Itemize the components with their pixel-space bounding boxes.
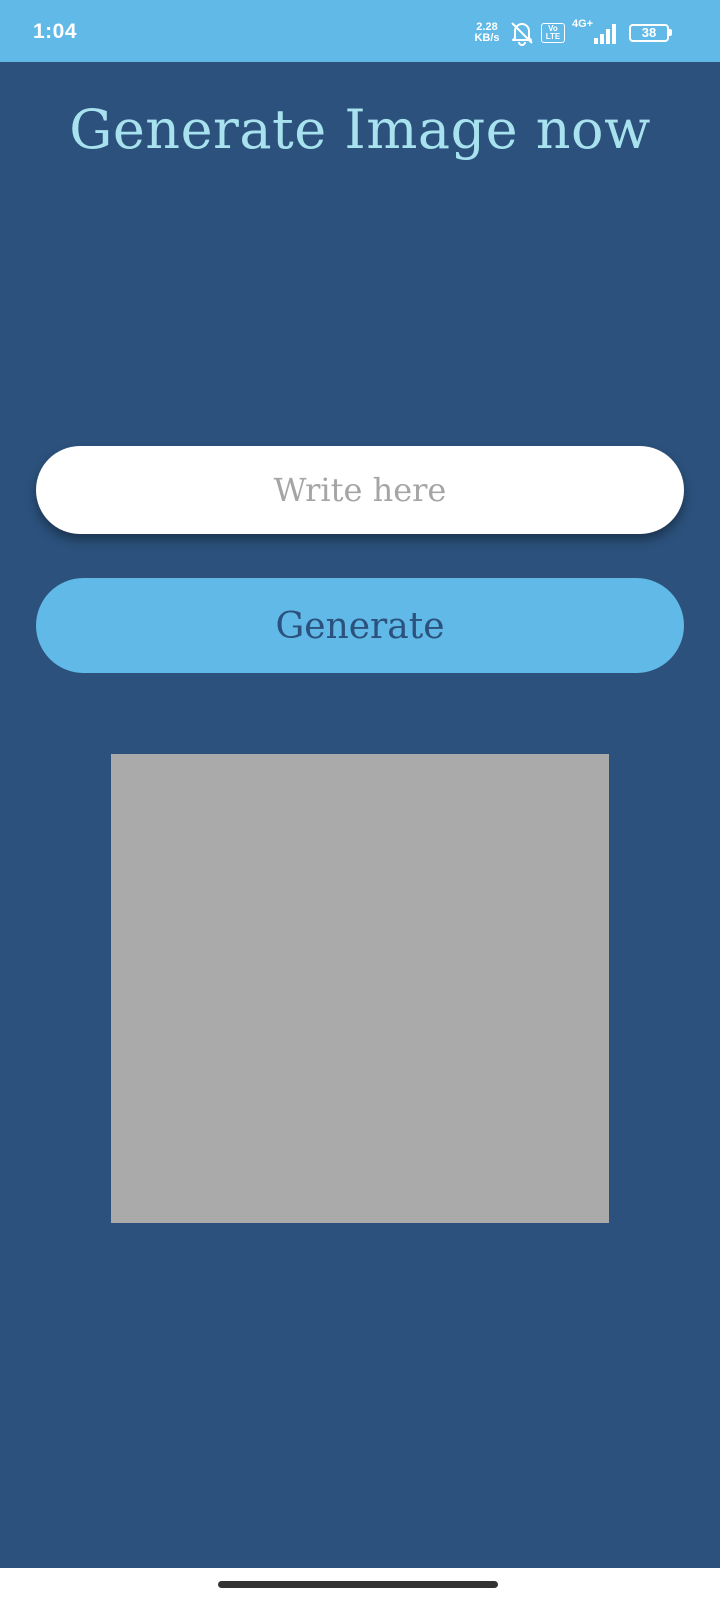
- battery-level: 38: [641, 25, 657, 40]
- home-indicator[interactable]: [218, 1581, 498, 1588]
- page-title: Generate Image now: [69, 98, 651, 161]
- signal-bars-icon: [594, 24, 616, 44]
- volte-icon: Vo LTE: [541, 23, 565, 43]
- status-time: 1:04: [33, 20, 78, 43]
- net-speed-unit: KB/s: [474, 32, 500, 44]
- bell-muted-icon: [511, 22, 533, 46]
- navigation-bar: [0, 1568, 720, 1600]
- network-type: 4G+: [572, 18, 594, 30]
- generated-image-placeholder: [111, 754, 609, 1223]
- net-speed: 2.28 KB/s: [470, 22, 504, 44]
- generate-button[interactable]: Generate: [36, 578, 684, 673]
- status-bar: 1:04 2.28 KB/s Vo LTE 4G+ 38: [0, 0, 720, 62]
- signal-icon: 4G+: [572, 18, 618, 46]
- battery-icon: 38: [629, 24, 672, 42]
- prompt-input[interactable]: [36, 446, 684, 534]
- battery-tip: [669, 29, 672, 36]
- volte-bottom-label: LTE: [545, 32, 561, 41]
